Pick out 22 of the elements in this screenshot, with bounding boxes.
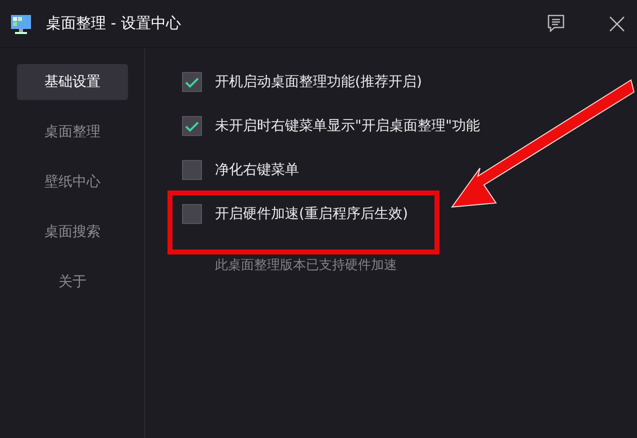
option-label: 开机启动桌面整理功能(推荐开启) <box>215 73 422 91</box>
message-icon <box>547 14 565 33</box>
checkbox[interactable] <box>182 72 202 92</box>
sidebar-item[interactable]: 壁纸中心 <box>17 164 128 200</box>
check-icon <box>185 120 199 132</box>
sidebar-item[interactable]: 关于 <box>17 264 128 300</box>
option-note: 此桌面整理版本已支持硬件加速 <box>215 257 398 274</box>
check-icon <box>185 76 199 88</box>
close-button[interactable] <box>609 16 625 32</box>
window-title: 桌面整理 - 设置中心 <box>46 14 182 33</box>
sidebar-item[interactable]: 桌面搜索 <box>17 214 128 250</box>
checkbox[interactable] <box>182 116 202 136</box>
monitor-icon <box>10 12 32 34</box>
option-label: 未开启时右键菜单显示"开启桌面整理"功能 <box>215 117 480 135</box>
checkbox[interactable] <box>182 160 202 180</box>
checkbox[interactable] <box>182 204 202 224</box>
option-label: 开启硬件加速(重启程序后生效) <box>215 205 408 223</box>
sidebar-item[interactable]: 基础设置 <box>17 64 128 100</box>
close-icon <box>609 16 625 32</box>
feedback-button[interactable] <box>547 14 565 33</box>
sidebar-item[interactable]: 桌面整理 <box>17 114 128 150</box>
option-label: 净化右键菜单 <box>215 161 299 179</box>
